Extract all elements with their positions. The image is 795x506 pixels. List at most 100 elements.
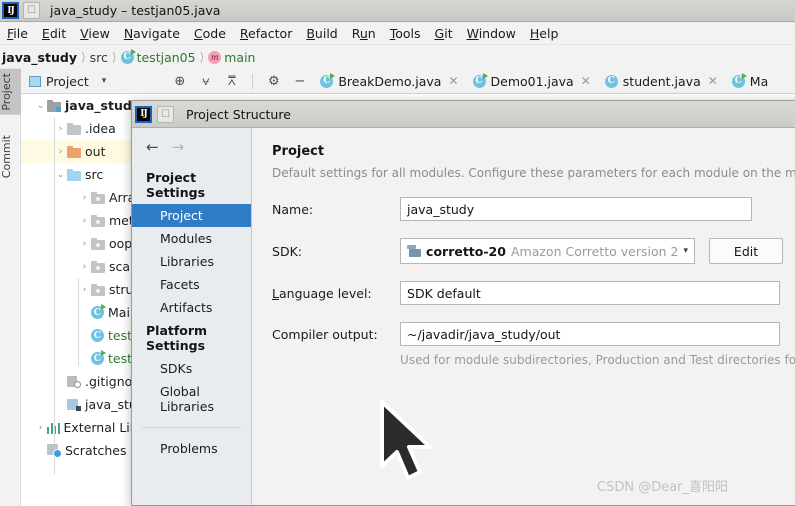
chevron-right-icon[interactable]: › [78, 285, 91, 295]
tree-guide [78, 278, 79, 366]
scratches-icon [47, 444, 62, 458]
back-arrow-icon[interactable]: ← [146, 138, 159, 156]
sidebar-divider [142, 427, 242, 428]
folder-package-icon [91, 237, 105, 250]
forward-arrow-icon[interactable]: → [172, 138, 185, 156]
breadcrumb-separator: ⟩ [111, 50, 117, 64]
locate-icon[interactable]: ⊕ [172, 74, 187, 89]
breadcrumb-item-project[interactable]: java_study [2, 50, 77, 65]
sidebar-item-modules[interactable]: Modules [132, 227, 251, 250]
hide-panel-icon[interactable]: − [292, 74, 307, 89]
jdk-icon [407, 245, 422, 257]
breadcrumb-class-label: testjan05 [136, 49, 196, 65]
iml-module-icon [67, 398, 81, 411]
compiler-output-input[interactable]: ~/javadir/java_study/out [400, 322, 781, 346]
menu-file[interactable]: File [0, 24, 35, 43]
sidebar-item-global-libraries[interactable]: Global Libraries [132, 380, 251, 418]
menu-window[interactable]: Window [460, 24, 523, 43]
collapse-all-icon[interactable]: ⩞ [224, 74, 239, 89]
java-class-runnable-icon: C [91, 304, 106, 319]
sidebar-item-problems[interactable]: Problems [132, 437, 251, 460]
folder-source-icon [67, 168, 81, 181]
language-level-label: Language level: [272, 285, 372, 301]
project-panel-header: Project ▾ ⊕ ⩝ ⩞ ⚙ − C BreakDemo.java ✕ C… [21, 69, 795, 94]
java-class-runnable-icon: C [120, 48, 136, 64]
folder-gray-icon [67, 122, 81, 135]
chevron-right-icon[interactable]: › [34, 423, 47, 433]
close-icon[interactable]: ✕ [581, 74, 591, 88]
sidebar-item-commit[interactable]: Commit [0, 131, 21, 182]
chevron-right-icon[interactable]: › [54, 147, 67, 157]
intellij-idea-logo-icon: IJ [2, 2, 19, 19]
sidebar-item-libraries[interactable]: Libraries [132, 250, 251, 273]
breadcrumb-item-src[interactable]: src [90, 50, 108, 65]
folder-package-icon [91, 214, 105, 227]
chevron-right-icon[interactable]: › [78, 193, 91, 203]
tree-node-label: out [85, 144, 106, 159]
java-class-runnable-icon: C [472, 72, 488, 88]
settings-gear-icon[interactable]: ⚙ [266, 74, 281, 89]
java-class-runnable-icon: C [731, 72, 747, 88]
language-level-combobox[interactable]: SDK default [400, 281, 781, 305]
close-icon[interactable]: ✕ [448, 74, 458, 88]
breadcrumb-separator: ⟩ [80, 50, 86, 64]
expand-all-icon[interactable]: ⩝ [198, 74, 213, 89]
editor-tab-main[interactable]: C Ma [725, 69, 775, 94]
folder-orange-icon [67, 145, 81, 158]
dialog-title: Project Structure [186, 106, 291, 122]
tree-node-label: java_study [65, 98, 140, 113]
java-class-runnable-icon: C [91, 350, 106, 365]
window-restore-icon[interactable]: ☐ [157, 105, 174, 123]
menu-refactor[interactable]: Refactor [233, 24, 299, 43]
editor-tab-student[interactable]: C student.java ✕ [598, 69, 725, 94]
intellij-idea-logo-icon: IJ [135, 105, 152, 123]
tree-node-label: oop [109, 236, 133, 251]
editor-tab-demo01[interactable]: C Demo01.java ✕ [466, 69, 598, 94]
menu-git[interactable]: Git [428, 24, 460, 43]
menu-view[interactable]: View [73, 24, 117, 43]
chevron-down-icon[interactable]: ▾ [102, 76, 107, 86]
breadcrumb-item-class[interactable]: C testjan05 [120, 48, 196, 65]
sidebar-item-artifacts[interactable]: Artifacts [132, 296, 251, 319]
menu-navigate[interactable]: Navigate [117, 24, 187, 43]
window-restore-icon[interactable]: ☐ [23, 2, 40, 19]
menu-tools[interactable]: Tools [383, 24, 428, 43]
project-panel-toolbar: ⊕ ⩝ ⩞ ⚙ − [172, 73, 307, 89]
sidebar-item-project[interactable]: Project [0, 69, 21, 115]
sdk-label: SDK: [272, 243, 302, 259]
chevron-right-icon[interactable]: › [78, 216, 91, 226]
sidebar-item-facets[interactable]: Facets [132, 273, 251, 296]
java-class-icon: C [91, 329, 104, 342]
close-icon[interactable]: ✕ [708, 74, 718, 88]
left-tool-window-strip: Project Commit [0, 69, 21, 506]
sidebar-item-project[interactable]: Project [132, 204, 252, 227]
sdk-selected-description: Amazon Corretto version 20 [510, 243, 679, 259]
name-label: Name: [272, 201, 314, 217]
menu-edit[interactable]: Edit [35, 24, 73, 43]
menu-build[interactable]: Build [299, 24, 344, 43]
folder-module-icon [47, 99, 61, 112]
dialog-nav-buttons: ← → [132, 134, 251, 166]
edit-button[interactable]: Edit [709, 238, 784, 264]
chevron-right-icon[interactable]: › [78, 239, 91, 249]
chevron-down-icon[interactable]: ▾ [684, 246, 689, 256]
chevron-right-icon[interactable]: › [78, 262, 91, 272]
sidebar-item-sdks[interactable]: SDKs [132, 357, 251, 380]
editor-tab-breakdemo[interactable]: C BreakDemo.java ✕ [313, 69, 465, 94]
menu-help[interactable]: Help [523, 24, 566, 43]
name-input[interactable]: java_study [400, 197, 753, 221]
page-description: Default settings for all modules. Config… [272, 166, 795, 180]
watermark: CSDN @Dear_喜阳阳 [597, 480, 729, 495]
menu-run[interactable]: Run [345, 24, 383, 43]
breadcrumb-item-method[interactable]: m main [208, 50, 255, 65]
compiler-output-label: Compiler output: [272, 326, 378, 342]
sdk-combobox[interactable]: corretto-20 Amazon Corretto version 20 ▾ [400, 238, 696, 264]
chevron-down-icon[interactable]: ⌄ [54, 170, 67, 180]
chevron-right-icon[interactable]: › [54, 124, 67, 134]
field-row-language-level: Language level: SDK default [272, 281, 795, 305]
menu-code[interactable]: Code [187, 24, 233, 43]
chevron-down-icon[interactable]: ⌄ [34, 101, 47, 111]
project-panel-title[interactable]: Project ▾ [21, 74, 106, 89]
menubar: File Edit View Navigate Code Refactor Bu… [0, 22, 795, 45]
toolbar-divider [252, 73, 254, 89]
